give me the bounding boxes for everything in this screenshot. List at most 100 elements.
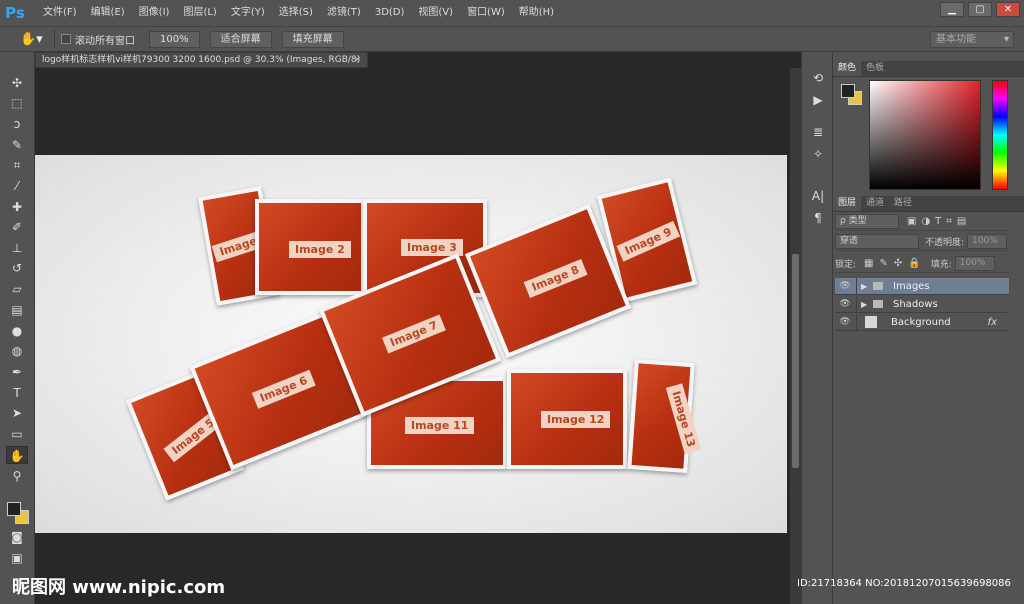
shape-tool-icon[interactable]: ▭ <box>6 425 28 443</box>
window-controls: ▁ ▢ ✕ <box>940 2 1020 17</box>
marquee-tool-icon[interactable]: ⬚ <box>6 94 28 112</box>
path-select-tool-icon[interactable]: ➤ <box>6 404 28 422</box>
photo-2: Image 2 <box>255 199 365 295</box>
layer-name: Shadows <box>893 298 938 310</box>
menu-edit[interactable]: 编辑(E) <box>84 0 132 26</box>
photo-label-13: Image 13 <box>665 383 702 455</box>
brush-tool-icon[interactable]: ✐ <box>6 218 28 236</box>
document-tab[interactable]: logo样机标志样机vi样机79300 3200 1600.psd @ 30.3… <box>35 52 368 68</box>
blur-tool-icon[interactable]: ● <box>6 322 28 340</box>
color-picker-field[interactable] <box>869 80 981 190</box>
fit-screen-button[interactable]: 适合屏幕 <box>209 30 272 48</box>
eraser-tool-icon[interactable]: ▱ <box>6 280 28 298</box>
lasso-tool-icon[interactable]: ↄ <box>6 115 28 133</box>
blend-mode-select[interactable]: 穿透 <box>835 234 919 249</box>
adjust-panel-icon[interactable]: ✧ <box>808 146 828 162</box>
stamp-tool-icon[interactable]: ⊥ <box>6 239 28 257</box>
photoshop-window: Ps 文件(F) 编辑(E) 图像(I) 图层(L) 文字(Y) 选择(S) 滤… <box>0 0 1024 604</box>
quick-mask-icon[interactable]: ◙ <box>6 528 28 546</box>
history-panel-icon[interactable]: ⟲ <box>808 70 828 86</box>
eyedropper-tool-icon[interactable]: ⁄ <box>6 177 28 195</box>
tab-layers[interactable]: 图层 <box>833 196 862 211</box>
healing-tool-icon[interactable]: ✚ <box>6 198 28 216</box>
folder-icon <box>873 300 883 308</box>
expand-caret-icon[interactable]: ▶ <box>861 282 871 291</box>
tab-swatches[interactable]: 色板 <box>861 61 889 76</box>
hand-tool-icon[interactable]: ✋ <box>6 446 28 464</box>
photo-label-7: Image 7 <box>381 314 446 354</box>
zoom-tool-icon[interactable]: ⚲ <box>6 467 28 485</box>
pen-tool-icon[interactable]: ✒ <box>6 363 28 381</box>
lock-label: 锁定: <box>835 260 857 270</box>
minimize-button[interactable]: ▁ <box>940 2 964 17</box>
workspace-select[interactable]: 基本功能 <box>930 31 1014 48</box>
scroll-all-checkbox[interactable] <box>61 34 71 44</box>
quick-select-tool-icon[interactable]: ✎ <box>6 136 28 154</box>
opacity-label: 不透明度: <box>925 238 965 248</box>
canvas[interactable]: Image 1 Image 2 Image 3 Image 9 Image 11… <box>35 155 787 533</box>
hue-slider[interactable] <box>992 80 1008 190</box>
layer-filter-select[interactable]: ρ 类型 <box>835 214 899 229</box>
tab-paths[interactable]: 路径 <box>889 196 917 211</box>
move-tool-icon[interactable]: ✣ <box>6 74 28 92</box>
document-title: logo样机标志样机vi样机79300 3200 1600.psd @ 30.3… <box>42 55 361 65</box>
fill-screen-button[interactable]: 填充屏幕 <box>281 30 344 48</box>
document-area: logo样机标志样机vi样机79300 3200 1600.psd @ 30.3… <box>35 52 801 604</box>
layer-row-background[interactable]: 👁 Background fx <box>835 313 1009 331</box>
lock-icons[interactable]: ▦✎✣🔒 <box>864 258 927 269</box>
filter-icons[interactable]: ▣◑T⌗▤ <box>907 216 971 227</box>
foreground-color-swatch[interactable] <box>7 502 21 516</box>
layer-name: Images <box>893 280 930 292</box>
scroll-thumb[interactable] <box>792 254 799 468</box>
scroll-all-label: 滚动所有窗口 <box>75 35 135 47</box>
properties-panel-icon[interactable]: ≣ <box>808 124 828 140</box>
visibility-eye-icon[interactable]: 👁 <box>838 299 852 309</box>
crop-tool-icon[interactable]: ⌗ <box>6 156 28 174</box>
right-panels: 颜色 色板 图层 通道 路径 ρ 类型 ▣◑T⌗▤ 穿透 不透明度: 100% … <box>832 52 1024 604</box>
menu-3d[interactable]: 3D(D) <box>368 0 412 26</box>
visibility-eye-icon[interactable]: 👁 <box>838 281 852 291</box>
menu-window[interactable]: 窗口(W) <box>460 0 512 26</box>
hand-tool-preset-icon[interactable]: ✋▾ <box>20 32 48 47</box>
paragraph-panel-icon[interactable]: ¶ <box>808 210 828 226</box>
menu-image[interactable]: 图像(I) <box>132 0 177 26</box>
expand-caret-icon[interactable]: ▶ <box>861 300 871 309</box>
lock-row: 锁定: ▦✎✣🔒 填充: 100% <box>835 255 1009 273</box>
menu-help[interactable]: 帮助(H) <box>512 0 561 26</box>
tab-color[interactable]: 颜色 <box>833 61 862 76</box>
layers-panel-tabs: 图层 通道 路径 <box>833 196 1024 212</box>
menu-filter[interactable]: 滤镜(T) <box>320 0 368 26</box>
layer-row-shadows[interactable]: 👁 ▶ Shadows <box>835 295 1009 313</box>
history-brush-icon[interactable]: ↺ <box>6 259 28 277</box>
visibility-eye-icon[interactable]: 👁 <box>838 317 852 327</box>
menu-view[interactable]: 视图(V) <box>411 0 460 26</box>
close-tab-icon[interactable]: × <box>353 53 361 67</box>
maximize-button[interactable]: ▢ <box>968 2 992 17</box>
dodge-tool-icon[interactable]: ◍ <box>6 342 28 360</box>
zoom-100-button[interactable]: 100% <box>149 30 200 48</box>
screen-mode-icon[interactable]: ▣ <box>6 549 28 567</box>
character-panel-icon[interactable]: A| <box>808 188 828 204</box>
photo-label-9: Image 9 <box>616 220 680 262</box>
menu-file[interactable]: 文件(F) <box>36 0 84 26</box>
menu-layer[interactable]: 图层(L) <box>176 0 223 26</box>
opacity-field[interactable]: 100% <box>967 234 1008 249</box>
actions-panel-icon[interactable]: ▶ <box>808 92 828 108</box>
toolbox: ✣ ⬚ ↄ ✎ ⌗ ⁄ ✚ ✐ ⊥ ↺ ▱ ▤ ● ◍ ✒ T ➤ ▭ ✋ ⚲ … <box>0 52 35 604</box>
menu-bar: Ps 文件(F) 编辑(E) 图像(I) 图层(L) 文字(Y) 选择(S) 滤… <box>0 0 1024 26</box>
layer-row-images[interactable]: 👁 ▶ Images <box>835 277 1009 295</box>
menu-select[interactable]: 选择(S) <box>272 0 320 26</box>
type-tool-icon[interactable]: T <box>6 384 28 402</box>
fx-icon[interactable]: fx <box>988 317 997 328</box>
ps-logo: Ps <box>5 4 25 22</box>
photo-label-12: Image 12 <box>541 411 611 428</box>
tab-channels[interactable]: 通道 <box>861 196 889 211</box>
gradient-tool-icon[interactable]: ▤ <box>6 301 28 319</box>
panel-foreground-swatch[interactable] <box>841 84 855 98</box>
layer-thumbnail <box>865 316 877 328</box>
close-window-button[interactable]: ✕ <box>996 2 1020 17</box>
menu-type[interactable]: 文字(Y) <box>224 0 272 26</box>
vertical-scrollbar[interactable] <box>790 68 801 604</box>
photo-label-2: Image 2 <box>289 241 351 258</box>
fill-field[interactable]: 100% <box>954 256 995 271</box>
